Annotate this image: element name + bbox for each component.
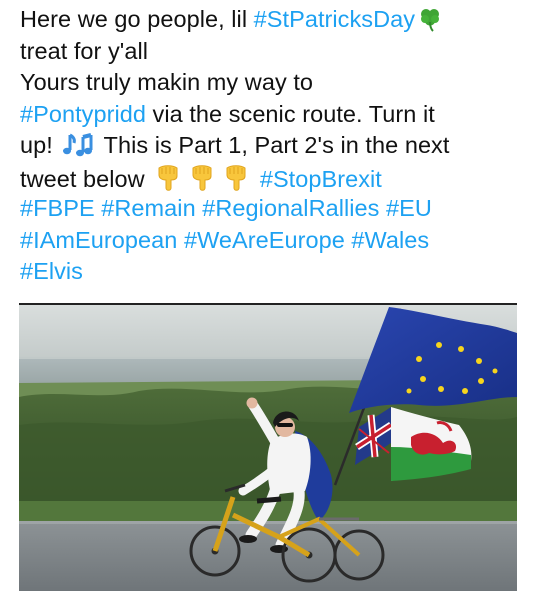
hashtag-link[interactable]: #StopBrexit [260, 166, 382, 192]
hashtag-link[interactable]: #Elvis [20, 258, 83, 284]
hashtag-link[interactable]: #Pontypridd [20, 101, 146, 127]
shamrock-icon [417, 6, 443, 41]
hashtag-link[interactable]: #Remain [101, 195, 195, 221]
tweet-text-segment [177, 227, 184, 253]
tweet-text: Here we go people, lil #StPatricksDay tre… [20, 4, 525, 288]
tweet-line: up! This is Part 1, Part 2's in the next [20, 130, 525, 162]
tweet-line: #Elvis [20, 256, 525, 288]
hashtag-link[interactable]: #RegionalRallies [202, 195, 379, 221]
tweet-video[interactable] [19, 303, 517, 591]
hashtag-link[interactable]: #Wales [351, 227, 429, 253]
tweet-line: #IAmEuropean #WeAreEurope #Wales [20, 225, 525, 257]
tweet-text-segment: via the scenic route. Turn it [145, 100, 435, 127]
hashtag-link[interactable]: #EU [386, 195, 432, 221]
tweet-line: tweet below #StopBrexit [20, 162, 525, 194]
tweet-text-segment: tweet below [20, 165, 152, 192]
tweet-line: Here we go people, lil #StPatricksDay [20, 4, 525, 36]
hashtag-link[interactable]: #IAmEuropean [20, 227, 177, 253]
hashtag-link[interactable]: #StPatricksDay [254, 6, 415, 32]
tweet-text-segment: up! [20, 132, 60, 158]
tweet-text-segment: This is Part 1, Part 2's in the next [97, 132, 450, 158]
tweet-line: Yours truly makin my way to [20, 67, 525, 99]
tweet-line: #Pontypridd via the scenic route. Turn i… [20, 99, 525, 131]
hashtag-link[interactable]: #FBPE [20, 195, 95, 221]
tweet-line: treat for y'all [20, 36, 525, 68]
tweet-text-segment: treat for y'all [20, 37, 149, 64]
tweet-text-segment [253, 166, 260, 192]
tweet-text-segment: Here we go people, lil [20, 6, 254, 32]
tweet-line: #FBPE #Remain #RegionalRallies #EU [20, 193, 525, 225]
tweet-text-segment: Yours truly makin my way to [20, 69, 314, 95]
hashtag-link[interactable]: #WeAreEurope [184, 227, 345, 253]
video-thumbnail-image [19, 305, 517, 591]
